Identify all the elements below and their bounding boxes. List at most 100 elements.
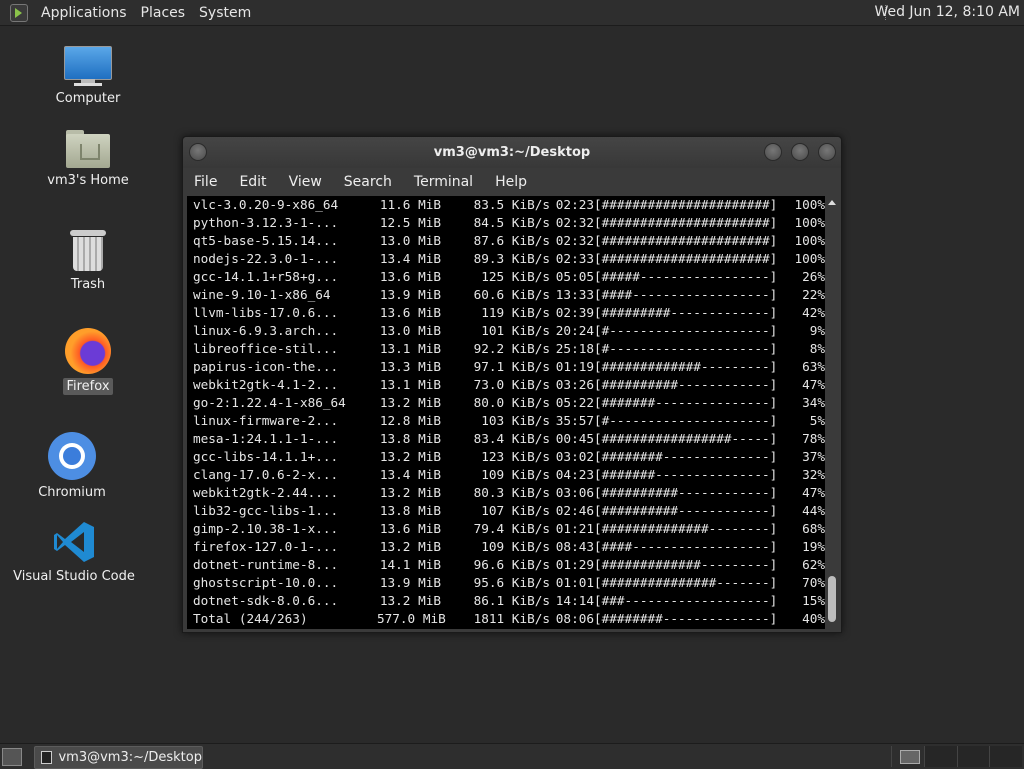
- package-name: webkit2gtk-4.1-2...: [193, 377, 339, 392]
- applications-menu-icon[interactable]: [10, 3, 28, 22]
- minimize-button[interactable]: [764, 143, 782, 161]
- desktop-icon-label: Visual Studio Code: [13, 569, 135, 584]
- menu-file[interactable]: File: [183, 174, 228, 190]
- progress-bar: [######################]: [594, 233, 778, 248]
- package-name: dotnet-runtime-8...: [193, 557, 339, 572]
- clock[interactable]: Wed Jun 12, 8:10 AM: [874, 4, 1020, 20]
- download-size: 12.5 MiB: [379, 215, 441, 230]
- menu-search[interactable]: Search: [333, 174, 403, 190]
- progress-bar: [######################]: [594, 215, 778, 230]
- progress-bar: [###-------------------]: [594, 593, 778, 608]
- progress-bar: [#######---------------]: [594, 467, 778, 482]
- desktop-icon-label: Trash: [70, 277, 106, 292]
- terminal-row: linux-6.9.3.arch... 13.0 MiB 101 KiB/s 20:2…: [187, 322, 825, 340]
- download-rate: 96.6 KiB/s: [473, 557, 550, 572]
- download-rate: 109 KiB/s: [481, 467, 550, 482]
- progress-bar: [##############--------]: [594, 521, 778, 536]
- package-name: papirus-icon-the...: [193, 359, 339, 374]
- desktop-icon-vscode[interactable]: Visual Studio Code: [4, 520, 144, 585]
- eta: 02:23: [555, 197, 594, 212]
- package-name: dotnet-sdk-8.0.6...: [193, 593, 339, 608]
- close-button[interactable]: [818, 143, 836, 161]
- menu-edit[interactable]: Edit: [228, 174, 277, 190]
- package-name: Total (244/263): [193, 611, 308, 626]
- progress-percent: 100%: [794, 215, 825, 230]
- desktop-icon-label: Chromium: [38, 485, 106, 500]
- progress-bar: [#######---------------]: [594, 395, 778, 410]
- download-size: 13.2 MiB: [379, 449, 441, 464]
- download-rate: 107 KiB/s: [481, 503, 550, 518]
- eta: 01:29: [555, 557, 594, 572]
- download-size: 13.8 MiB: [379, 431, 441, 446]
- desktop-icon-trash[interactable]: Trash: [33, 230, 143, 293]
- eta: 35:57: [555, 413, 594, 428]
- download-rate: 86.1 KiB/s: [473, 593, 550, 608]
- progress-bar: [#---------------------]: [594, 341, 778, 356]
- desktop-icon-firefox[interactable]: Firefox: [33, 328, 143, 395]
- download-size: 13.2 MiB: [379, 485, 441, 500]
- package-name: lib32-gcc-libs-1...: [193, 503, 339, 518]
- download-size: 13.6 MiB: [379, 305, 441, 320]
- workspace-3[interactable]: [956, 746, 990, 767]
- download-size: 13.6 MiB: [379, 521, 441, 536]
- progress-bar: [##########------------]: [594, 377, 778, 392]
- window-titlebar[interactable]: vm3@vm3:~/Desktop: [183, 137, 841, 168]
- desktop-icon-chromium[interactable]: Chromium: [17, 432, 127, 501]
- eta: 02:46: [555, 503, 594, 518]
- progress-percent: 9%: [809, 323, 825, 338]
- scroll-up-icon[interactable]: [828, 200, 836, 205]
- progress-bar: [#############---------]: [594, 359, 778, 374]
- download-rate: 101 KiB/s: [481, 323, 550, 338]
- download-size: 13.1 MiB: [379, 377, 441, 392]
- terminal-row: gimp-2.10.38-1-x... 13.6 MiB 79.4 KiB/s 01:…: [187, 520, 825, 538]
- show-desktop-button[interactable]: [2, 748, 22, 766]
- download-size: 13.9 MiB: [379, 287, 441, 302]
- package-name: gcc-14.1.1+r58+g...: [193, 269, 339, 284]
- package-name: libreoffice-stil...: [193, 341, 339, 356]
- download-size: 13.6 MiB: [379, 269, 441, 284]
- scrollbar-thumb[interactable]: [828, 576, 836, 622]
- download-rate: 1811 KiB/s: [473, 611, 550, 626]
- menu-terminal[interactable]: Terminal: [403, 174, 484, 190]
- menu-applications[interactable]: Applications: [34, 5, 134, 21]
- eta: 04:23: [555, 467, 594, 482]
- progress-bar: [########--------------]: [594, 449, 778, 464]
- terminal-row: dotnet-sdk-8.0.6... 13.2 MiB 86.1 KiB/s 14:…: [187, 592, 825, 610]
- taskbar-item-terminal[interactable]: vm3@vm3:~/Desktop: [34, 746, 203, 769]
- desktop-icon-label: Firefox: [63, 378, 113, 395]
- package-name: qt5-base-5.15.14...: [193, 233, 339, 248]
- terminal-scrollbar[interactable]: [825, 196, 839, 629]
- progress-percent: 15%: [802, 593, 825, 608]
- maximize-button[interactable]: [791, 143, 809, 161]
- firefox-icon: [65, 328, 111, 374]
- terminal-row: papirus-icon-the... 13.3 MiB 97.1 KiB/s 01:…: [187, 358, 825, 376]
- workspace-switcher[interactable]: [891, 746, 1022, 767]
- eta: 01:21: [555, 521, 594, 536]
- computer-icon: [64, 46, 112, 86]
- menu-help[interactable]: Help: [484, 174, 538, 190]
- terminal-window[interactable]: vm3@vm3:~/Desktop File Edit View Search …: [182, 136, 842, 633]
- menu-system[interactable]: System: [192, 5, 258, 21]
- download-rate: 83.4 KiB/s: [473, 431, 550, 446]
- package-name: webkit2gtk-2.44....: [193, 485, 339, 500]
- desktop-icon-home[interactable]: vm3's Home: [33, 130, 143, 189]
- progress-bar: [#########-------------]: [594, 305, 778, 320]
- progress-percent: 44%: [802, 503, 825, 518]
- download-size: 13.2 MiB: [379, 593, 441, 608]
- download-rate: 84.5 KiB/s: [473, 215, 550, 230]
- workspace-2[interactable]: [923, 746, 957, 767]
- eta: 00:45: [555, 431, 594, 446]
- progress-bar: [######################]: [594, 197, 778, 212]
- menu-places[interactable]: Places: [134, 5, 193, 21]
- progress-percent: 40%: [802, 611, 825, 626]
- desktop-icon-computer[interactable]: Computer: [33, 46, 143, 107]
- menu-view[interactable]: View: [278, 174, 333, 190]
- progress-bar: [########--------------]: [594, 611, 778, 626]
- progress-percent: 100%: [794, 233, 825, 248]
- download-size: 13.9 MiB: [379, 575, 441, 590]
- workspace-4[interactable]: [989, 746, 1022, 767]
- workspace-1[interactable]: [891, 746, 924, 767]
- terminal-output[interactable]: vlc-3.0.20-9-x86_64 11.6 MiB 83.5 KiB/s 02:…: [187, 196, 825, 629]
- top-panel: Applications Places System Wed Jun 12, 8…: [0, 0, 1024, 26]
- download-rate: 119 KiB/s: [481, 305, 550, 320]
